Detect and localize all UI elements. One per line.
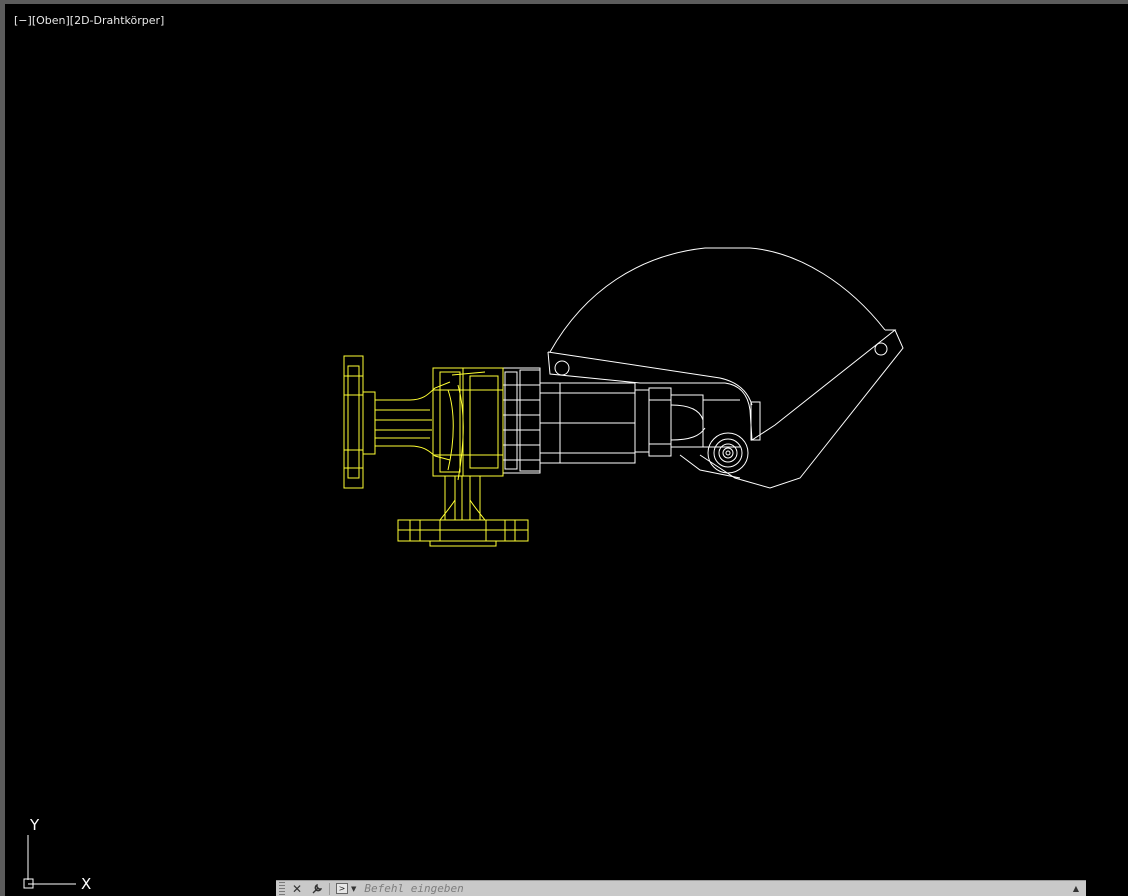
drag-handle[interactable]	[279, 881, 285, 896]
command-prompt-button[interactable]: > ▼	[336, 883, 356, 894]
ucs-icon: Y X	[23, 816, 91, 893]
ucs-y-label: Y	[29, 816, 40, 834]
command-line: ✕ > ▼ ▲	[276, 880, 1086, 896]
wrench-icon[interactable]	[309, 882, 325, 896]
chevron-up-icon[interactable]: ▲	[1068, 884, 1084, 893]
caret-down-icon: ▼	[351, 884, 357, 893]
close-icon[interactable]: ✕	[289, 882, 305, 896]
toolbar-separator	[329, 882, 330, 895]
command-input[interactable]	[364, 881, 1068, 896]
command-prompt-icon: >	[336, 883, 348, 894]
drawing-viewport[interactable]: [−][Oben][2D-Drahtkörper] Y X	[5, 4, 1128, 896]
ucs-x-label: X	[81, 875, 91, 893]
